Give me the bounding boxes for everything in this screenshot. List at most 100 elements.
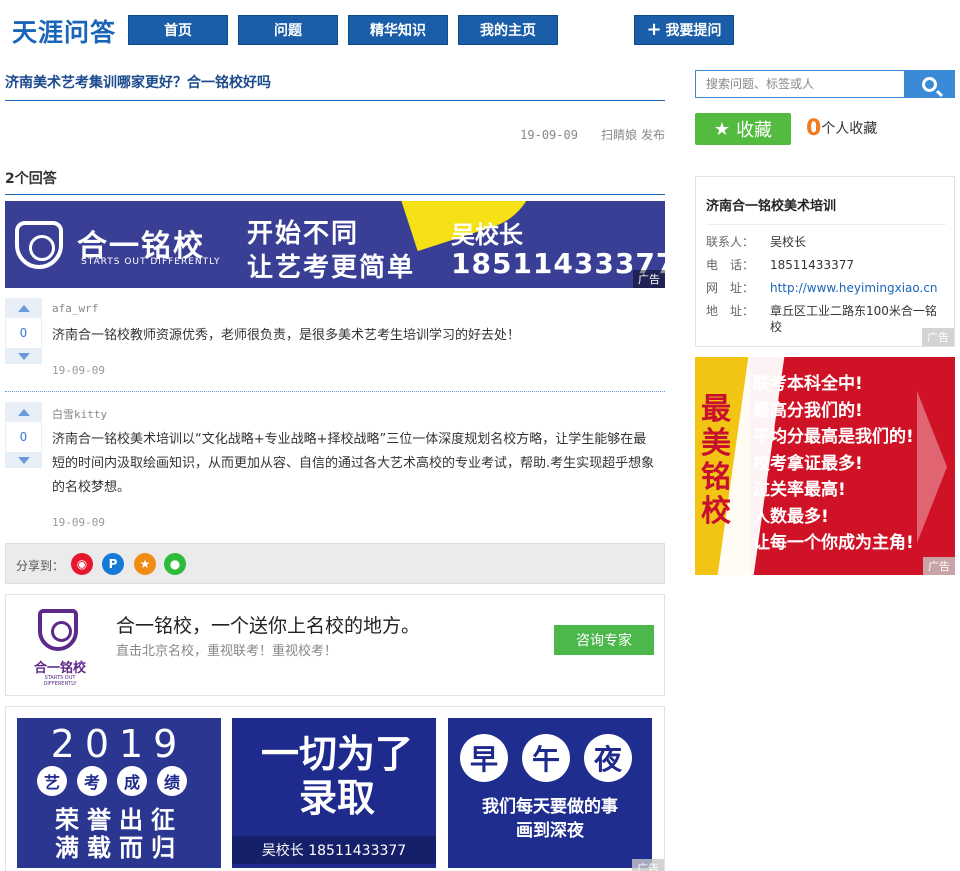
- answer-date: 19-09-09: [52, 516, 105, 529]
- nav-questions[interactable]: 问题: [238, 15, 338, 45]
- school-info-card: 济南合一铭校美术培训 联系人： 吴校长 电 话： 18511433377 网 址…: [695, 176, 955, 347]
- answers-count: 2个回答: [5, 168, 665, 195]
- weibo-icon[interactable]: ◉: [71, 553, 93, 575]
- side-ad-line: 过关率最高!: [753, 480, 846, 500]
- upvote-icon[interactable]: [5, 402, 42, 422]
- answer-user[interactable]: afa_wrf: [52, 302, 98, 315]
- upvote-icon[interactable]: [5, 298, 42, 318]
- gallery-image-3[interactable]: 早 午 夜 我们每天要做的事 画到深夜: [448, 718, 652, 868]
- promo-logo-name: 合一铭校: [33, 661, 86, 676]
- promo-title: 合一铭校，一个送你上名校的地方。: [116, 615, 421, 637]
- side-ad-vertical-text: 最美铭校: [701, 392, 731, 529]
- plus-icon: +: [646, 19, 662, 40]
- search-box: [695, 70, 955, 98]
- side-ad[interactable]: 最美铭校 联考本科全中! 最高分我们的! 平均分最高是我们的! 校考拿证最多! …: [695, 357, 955, 575]
- favorite-count-number: 0: [806, 116, 822, 141]
- vote-count: 0: [5, 422, 42, 452]
- answer-item: 0 afa_wrf 济南合一铭校教师资源优秀，老师很负责，是很多美术艺考生培训学…: [5, 298, 665, 388]
- vote-widget: 0: [5, 402, 42, 468]
- banner-contact-name: 吴校长: [451, 221, 523, 249]
- question-author[interactable]: 扫睛娘 发布: [601, 128, 665, 142]
- side-ad-line: 校考拿证最多!: [753, 453, 863, 474]
- question-meta: 19-09-09 扫睛娘 发布: [5, 126, 665, 143]
- answer-text: 济南合一铭校美术培训以“文化战略+专业战略+择校战略”三位一体深度规划名校方略，…: [52, 432, 655, 495]
- consult-expert-button[interactable]: 咨询专家: [554, 625, 654, 655]
- gallery-image-2[interactable]: 一切为了 录取 吴校长 18511433377: [232, 718, 436, 868]
- promo-logo-en: STARTS OUT DIFFERENTLY: [43, 675, 77, 687]
- favorite-button[interactable]: ★ 收藏: [695, 113, 791, 145]
- search-icon: [921, 76, 937, 92]
- shield-logo-icon: [15, 221, 63, 269]
- circle-char: 绩: [157, 766, 187, 796]
- info-value: 章丘区工业二路东100米合一铭校: [770, 304, 937, 334]
- star-icon[interactable]: ★: [134, 553, 156, 575]
- search-input[interactable]: [696, 71, 905, 97]
- promo-box: 合一铭校 STARTS OUT DIFFERENTLY 合一铭校，一个送你上名校…: [5, 594, 665, 696]
- wechat-icon[interactable]: ●: [164, 553, 186, 575]
- answer-item: 0 白雪kitty 济南合一铭校美术培训以“文化战略+专业战略+择校战略”三位一…: [5, 402, 665, 532]
- gallery-slogan: 一切为了 录取: [260, 731, 413, 820]
- star-icon: ★: [713, 118, 731, 140]
- circle-char: 夜: [584, 734, 632, 782]
- gallery-line-1: 我们每天要做的事: [482, 797, 618, 817]
- question-title: 济南美术艺考集训哪家更好？合一铭校好吗: [5, 72, 665, 101]
- info-row-website: 网 址： http://www.heyimingxiao.cn: [706, 280, 946, 296]
- ask-question-label: 我要提问: [665, 23, 722, 39]
- favorite-count-suffix: 个人收藏: [821, 121, 878, 137]
- gallery-circles: 早 午 夜: [460, 734, 632, 782]
- banner-brand-en: STARTS OUT DIFFERENTLY: [81, 257, 221, 267]
- ask-question-button[interactable]: + 我要提问: [634, 15, 734, 45]
- promo-subtitle: 直击北京名校，重视联考！重视校考！: [116, 644, 338, 659]
- promo-logo: 合一铭校 STARTS OUT DIFFERENTLY: [28, 605, 92, 687]
- circle-char: 艺: [37, 766, 67, 796]
- info-key: 联系人：: [706, 235, 755, 249]
- answer-date: 19-09-09: [52, 364, 105, 377]
- info-row-phone: 电 话： 18511433377: [706, 257, 946, 273]
- search-button[interactable]: [904, 71, 954, 97]
- banner-slogan-2: 让艺考更简单: [247, 253, 416, 283]
- info-key: 地 址：: [706, 304, 755, 318]
- share-bar: 分享到： ◉ P ★ ●: [5, 543, 665, 584]
- website-link[interactable]: http://www.heyimingxiao.cn: [770, 280, 946, 296]
- nav-essence[interactable]: 精华知识: [348, 15, 448, 45]
- gallery-line-2: 画到深夜: [516, 821, 584, 841]
- circle-char: 成: [117, 766, 147, 796]
- site-logo[interactable]: 天涯问答: [12, 13, 116, 49]
- side-ad-line: 最高分我们的!: [753, 400, 863, 421]
- answer-user[interactable]: 白雪kitty: [52, 406, 107, 422]
- downvote-icon[interactable]: [5, 348, 42, 364]
- favorite-count: 0个人收藏: [806, 116, 877, 141]
- header: 天涯问答 首页 问题 精华知识 我的主页 + 我要提问: [0, 0, 960, 60]
- question-date: 19-09-09: [520, 128, 578, 142]
- info-value: 18511433377: [770, 258, 854, 272]
- gallery-circles: 艺 考 成 绩: [37, 766, 187, 796]
- gallery-image-1[interactable]: 2019 艺 考 成 绩 荣誉出征 满载而归: [17, 718, 221, 868]
- vote-widget: 0: [5, 298, 42, 364]
- banner-ad[interactable]: 合一铭校 STARTS OUT DIFFERENTLY 开始不同 让艺考更简单 …: [5, 201, 665, 288]
- pin-icon[interactable]: P: [102, 553, 124, 575]
- circle-char: 早: [460, 734, 508, 782]
- downvote-icon[interactable]: [5, 452, 42, 468]
- card-title: 济南合一铭校美术培训: [706, 195, 946, 225]
- side-ad-lines: 联考本科全中! 最高分我们的! 平均分最高是我们的! 校考拿证最多! 过关率最高…: [753, 371, 949, 557]
- image-gallery: 2019 艺 考 成 绩 荣誉出征 满载而归 一切为了 录取 吴校长 185114…: [5, 706, 665, 871]
- gallery-line-2: 满载而归: [55, 834, 183, 862]
- share-label: 分享到：: [16, 559, 65, 573]
- nav-home[interactable]: 首页: [128, 15, 228, 45]
- answer-text: 济南合一铭校教师资源优秀，老师很负责，是很多美术艺考生培训学习的好去处！: [52, 328, 521, 343]
- banner-slogan-1: 开始不同: [247, 219, 360, 249]
- gallery-contact: 吴校长 18511433377: [232, 836, 436, 864]
- side-ad-line: 让每一个你成为主角!: [753, 533, 914, 553]
- info-row-address: 地 址： 章丘区工业二路东100米合一铭校: [706, 303, 946, 335]
- gallery-year: 2019: [50, 722, 188, 766]
- shield-logo-icon: [38, 609, 78, 651]
- info-value: 吴校长: [770, 235, 807, 249]
- ad-label: 广告: [633, 270, 665, 288]
- side-ad-line: 联考本科全中!: [753, 374, 863, 394]
- ad-label: 广告: [922, 328, 954, 346]
- nav-my-homepage[interactable]: 我的主页: [458, 15, 558, 45]
- ad-label: 广告: [923, 557, 955, 575]
- circle-char: 考: [77, 766, 107, 796]
- answer-divider: [5, 391, 665, 392]
- info-key: 电 话：: [706, 258, 755, 272]
